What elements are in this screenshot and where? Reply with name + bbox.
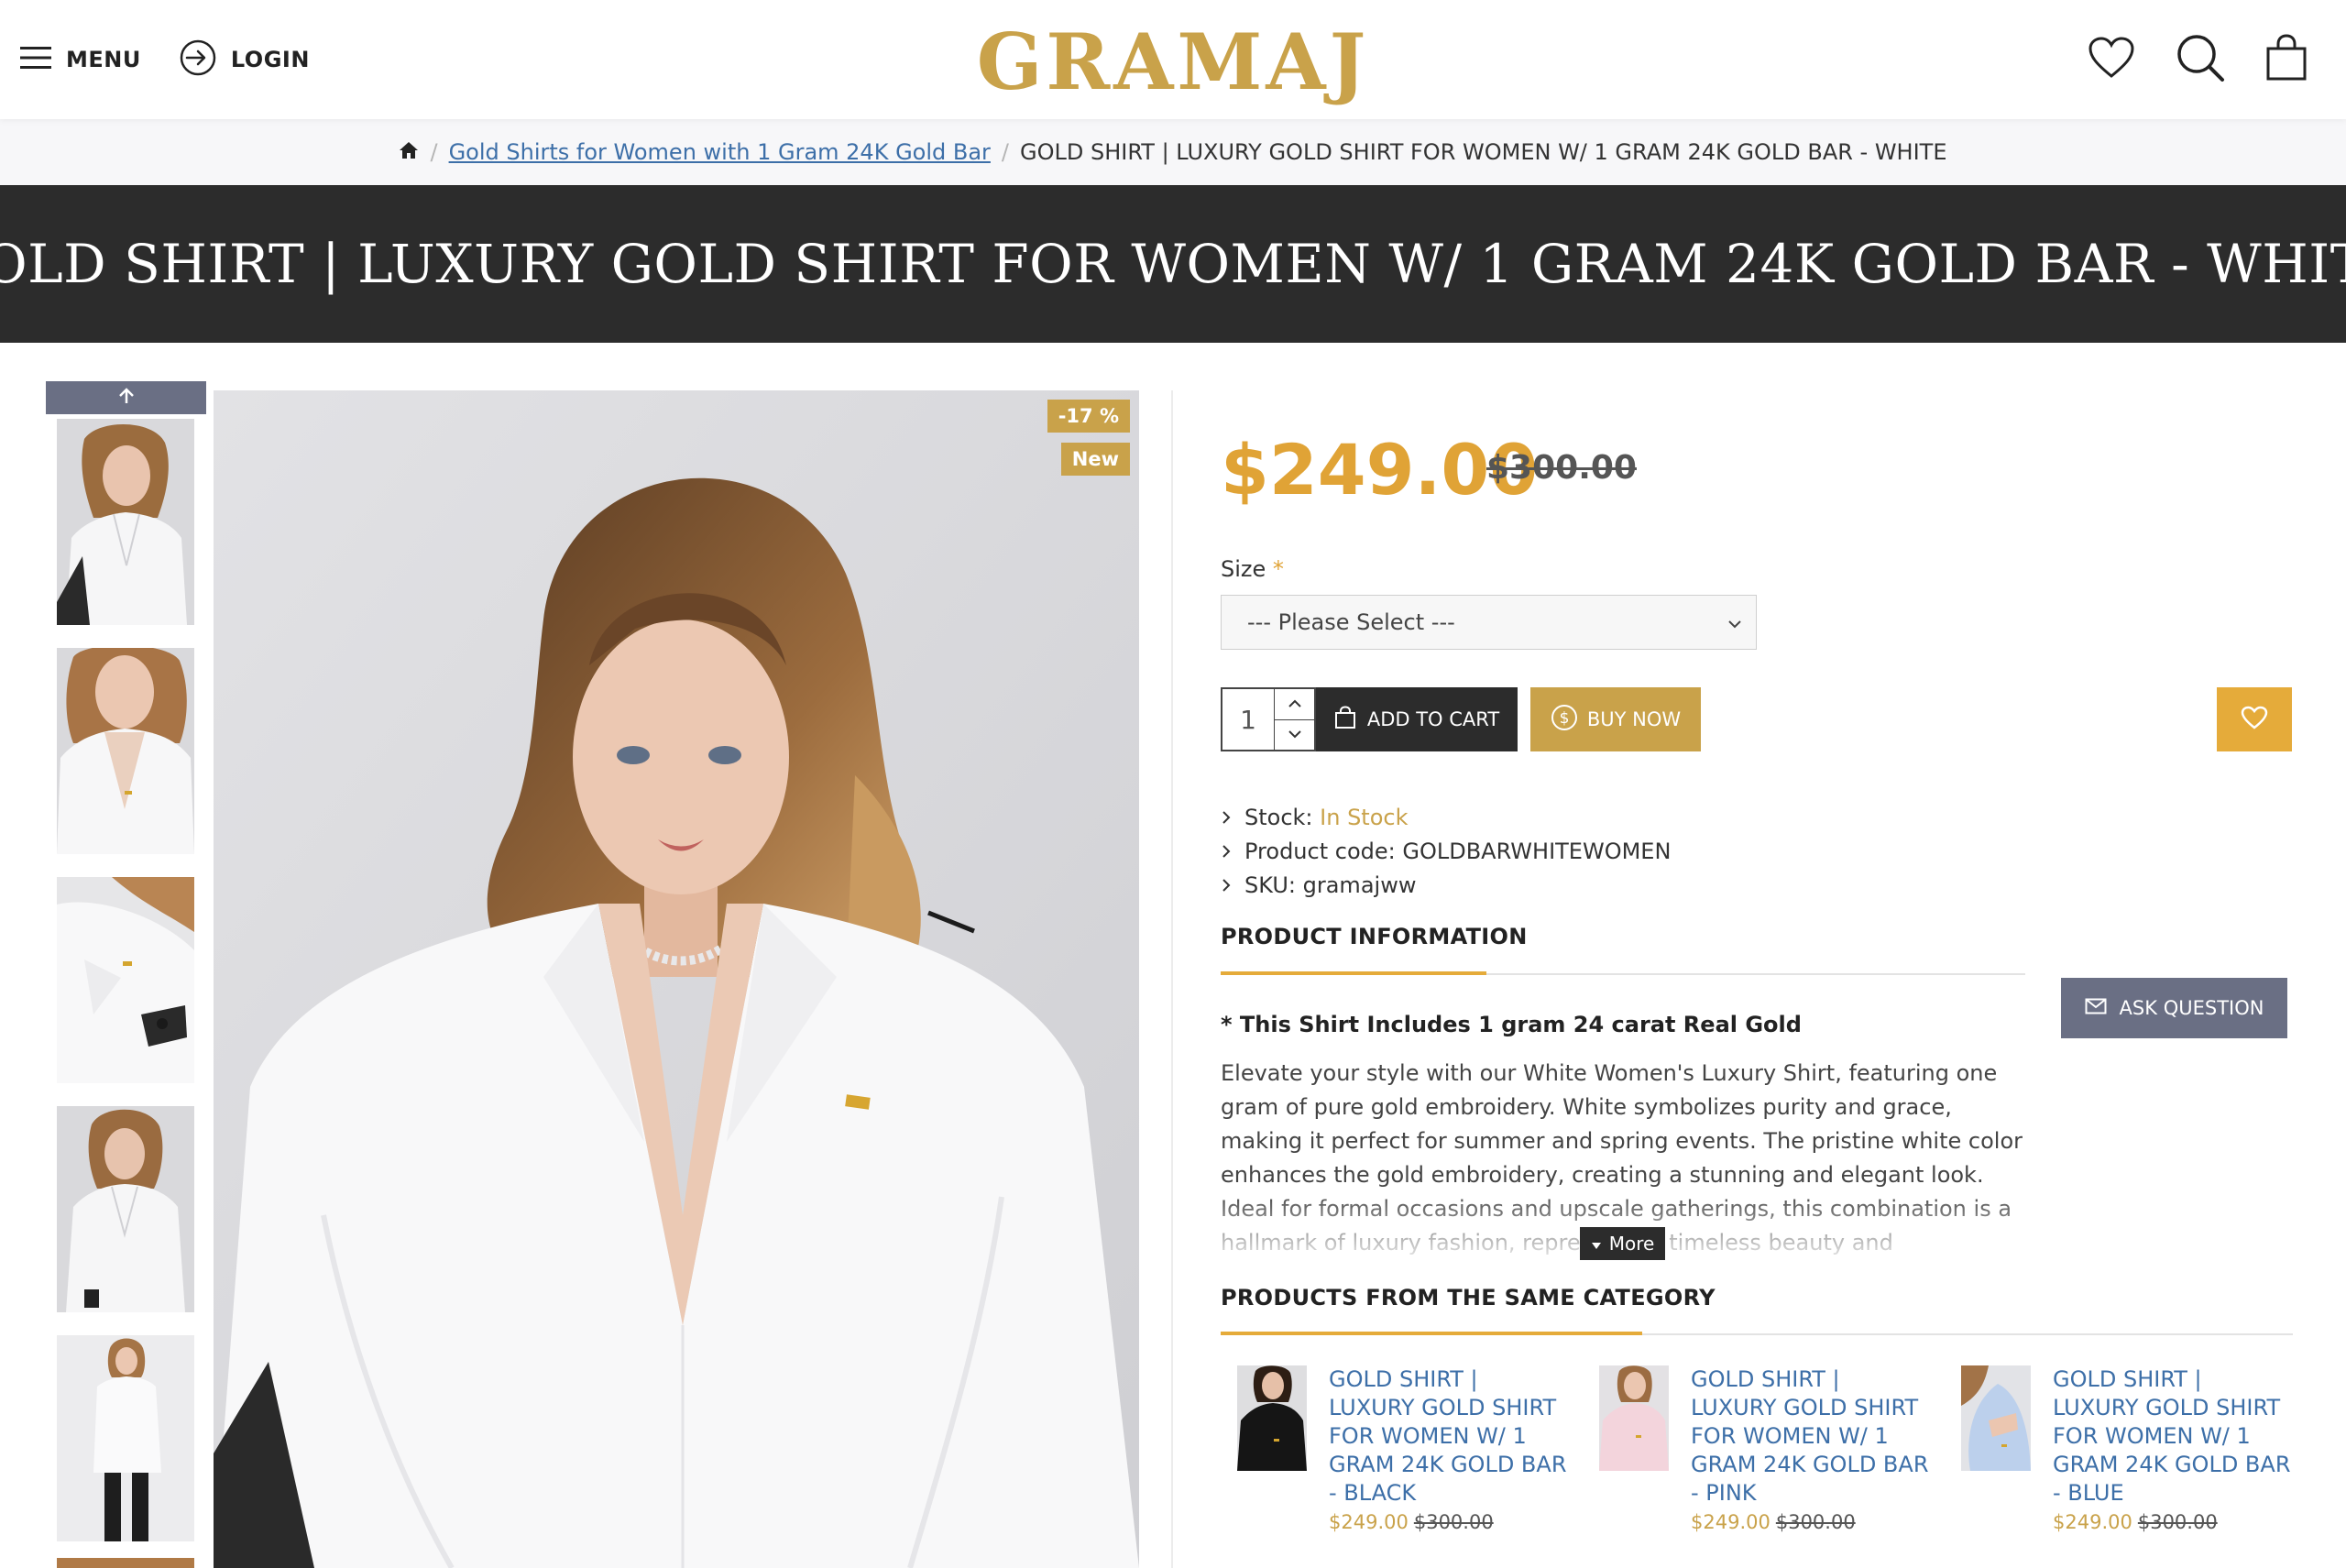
- quantity-stepper: 1: [1221, 687, 1316, 751]
- wishlist-heart-icon[interactable]: [2088, 37, 2135, 82]
- related-product-info: GOLD SHIRT | LUXURY GOLD SHIRT FOR WOMEN…: [1691, 1365, 1929, 1533]
- chevron-right-icon: [1221, 801, 1232, 835]
- related-product-image[interactable]: [1237, 1365, 1307, 1471]
- size-select[interactable]: --- Please Select ---: [1221, 595, 1757, 650]
- chevron-right-icon: [1221, 835, 1232, 869]
- related-product-info: GOLD SHIRT | LUXURY GOLD SHIRT FOR WOMEN…: [2053, 1365, 2291, 1533]
- stock-label-text: Stock:: [1244, 805, 1313, 830]
- chevron-down-icon: [1288, 726, 1302, 743]
- related-price-current: $249.00: [1691, 1511, 1770, 1533]
- sku-label: SKU:: [1244, 872, 1296, 898]
- product-thumbnail[interactable]: [57, 419, 194, 625]
- dollar-circle-icon: $: [1551, 704, 1578, 736]
- product-thumbnail[interactable]: [57, 648, 194, 854]
- product-code-row: Product code: GOLDBARWHITEWOMEN: [1221, 835, 1671, 869]
- sku-value: gramajww: [1302, 872, 1417, 898]
- size-label: Size *: [1221, 556, 1284, 582]
- tab-underline-accent: [1221, 971, 1486, 975]
- product-code-label: Product code:: [1244, 839, 1396, 864]
- size-select-value: --- Please Select ---: [1247, 609, 1455, 635]
- product-code: Product code: GOLDBARWHITEWOMEN: [1244, 835, 1671, 869]
- sku: SKU: gramajww: [1244, 869, 1416, 903]
- required-asterisk: *: [1272, 556, 1284, 582]
- envelope-icon: [2085, 997, 2107, 1019]
- buy-now-label: BUY NOW: [1586, 708, 1682, 730]
- breadcrumb-category-link[interactable]: Gold Shirts for Women with 1 Gram 24K Go…: [449, 139, 991, 165]
- related-product-name[interactable]: GOLD SHIRT | LUXURY GOLD SHIRT FOR WOMEN…: [2053, 1365, 2291, 1508]
- quantity-decrease-button[interactable]: [1275, 718, 1314, 751]
- add-to-wishlist-button[interactable]: [2217, 687, 2292, 751]
- quantity-spinner: [1274, 689, 1314, 750]
- cart-bag-icon[interactable]: [2265, 34, 2308, 85]
- related-price-current: $249.00: [2053, 1511, 2132, 1533]
- related-product-card: GOLD SHIRT | LUXURY GOLD SHIRT FOR WOMEN…: [1237, 1365, 1585, 1533]
- product-stats: Stock: In Stock Product code: GOLDBARWHI…: [1221, 801, 1671, 903]
- product-thumbnail[interactable]: [57, 1335, 194, 1541]
- product-thumbnail[interactable]: [57, 1106, 194, 1312]
- thumbnails-up-button[interactable]: [46, 381, 206, 414]
- related-product-name[interactable]: GOLD SHIRT | LUXURY GOLD SHIRT FOR WOMEN…: [1691, 1365, 1929, 1508]
- stock-status: In Stock: [1320, 805, 1409, 830]
- related-product-prices: $249.00 $300.00: [1329, 1511, 1567, 1533]
- caret-down-icon: [1591, 1233, 1602, 1255]
- product-thumbnail[interactable]: [57, 877, 194, 1083]
- arrow-up-icon: [117, 387, 136, 409]
- ask-question-button[interactable]: ASK QUESTION: [2061, 978, 2287, 1038]
- buy-now-button[interactable]: $ BUY NOW: [1530, 687, 1701, 751]
- chevron-down-icon: [1727, 612, 1743, 638]
- tab-product-information[interactable]: PRODUCT INFORMATION: [1221, 924, 1528, 949]
- related-price-original: $300.00: [1775, 1511, 1856, 1533]
- stock-label: Stock: In Stock: [1244, 801, 1409, 835]
- related-price-current: $249.00: [1329, 1511, 1409, 1533]
- page-title-band: GOLD SHIRT | LUXURY GOLD SHIRT FOR WOMEN…: [0, 185, 2346, 343]
- chevron-right-icon: [1221, 869, 1232, 903]
- quantity-increase-button[interactable]: [1275, 689, 1314, 719]
- related-products-title: PRODUCTS FROM THE SAME CATEGORY: [1221, 1285, 1716, 1310]
- stock-row: Stock: In Stock: [1221, 801, 1671, 835]
- related-product-card: GOLD SHIRT | LUXURY GOLD SHIRT FOR WOMEN…: [1599, 1365, 1947, 1533]
- breadcrumb-separator: /: [1001, 139, 1010, 165]
- related-underline: [1221, 1332, 2293, 1335]
- home-icon[interactable]: [399, 139, 419, 165]
- header-right-group: [2088, 0, 2308, 119]
- product-code-value: GOLDBARWHITEWOMEN: [1402, 839, 1672, 864]
- svg-text:$: $: [1559, 709, 1569, 728]
- heart-icon: [2241, 706, 2268, 733]
- discount-badge: -17 %: [1047, 400, 1130, 433]
- add-to-cart-label: ADD TO CART: [1366, 708, 1500, 730]
- page-title: GOLD SHIRT | LUXURY GOLD SHIRT FOR WOMEN…: [0, 233, 2346, 295]
- related-product-card: GOLD SHIRT | LUXURY GOLD SHIRT FOR WOMEN…: [1961, 1365, 2309, 1533]
- new-badge: New: [1060, 443, 1130, 476]
- price-original: $300.00: [1486, 449, 1637, 487]
- product-thumbnail[interactable]: [57, 1558, 194, 1568]
- show-more-label: More: [1608, 1233, 1655, 1255]
- breadcrumb: / Gold Shirts for Women with 1 Gram 24K …: [0, 119, 2346, 185]
- related-price-original: $300.00: [1413, 1511, 1494, 1533]
- related-product-image[interactable]: [1599, 1365, 1669, 1471]
- related-product-prices: $249.00 $300.00: [1691, 1511, 1929, 1533]
- description-heading: * This Shirt Includes 1 gram 24 carat Re…: [1221, 1012, 1802, 1037]
- breadcrumb-current: GOLD SHIRT | LUXURY GOLD SHIRT FOR WOMEN…: [1020, 139, 1947, 165]
- add-to-cart-button[interactable]: ADD TO CART: [1316, 687, 1518, 751]
- column-divider: [1171, 390, 1173, 1568]
- related-underline-accent: [1221, 1332, 1642, 1335]
- search-icon[interactable]: [2176, 33, 2225, 86]
- sku-row: SKU: gramajww: [1221, 869, 1671, 903]
- ask-question-label: ASK QUESTION: [2119, 997, 2264, 1019]
- site-header: MENU LOGIN GRAMAJ: [0, 0, 2346, 119]
- related-price-original: $300.00: [2137, 1511, 2218, 1533]
- site-logo[interactable]: GRAMAJ: [0, 16, 2346, 107]
- bag-icon: [1334, 705, 1356, 734]
- quantity-input[interactable]: 1: [1222, 689, 1274, 750]
- related-product-prices: $249.00 $300.00: [2053, 1511, 2291, 1533]
- breadcrumb-separator: /: [430, 139, 438, 165]
- related-product-info: GOLD SHIRT | LUXURY GOLD SHIRT FOR WOMEN…: [1329, 1365, 1567, 1533]
- product-main-image[interactable]: -17 % New: [214, 390, 1139, 1568]
- chevron-up-icon: [1288, 696, 1302, 713]
- related-product-name[interactable]: GOLD SHIRT | LUXURY GOLD SHIRT FOR WOMEN…: [1329, 1365, 1567, 1508]
- tab-underline: [1221, 971, 2025, 975]
- related-product-image[interactable]: [1961, 1365, 2031, 1471]
- size-label-text: Size: [1221, 556, 1266, 582]
- show-more-button[interactable]: More: [1580, 1227, 1665, 1260]
